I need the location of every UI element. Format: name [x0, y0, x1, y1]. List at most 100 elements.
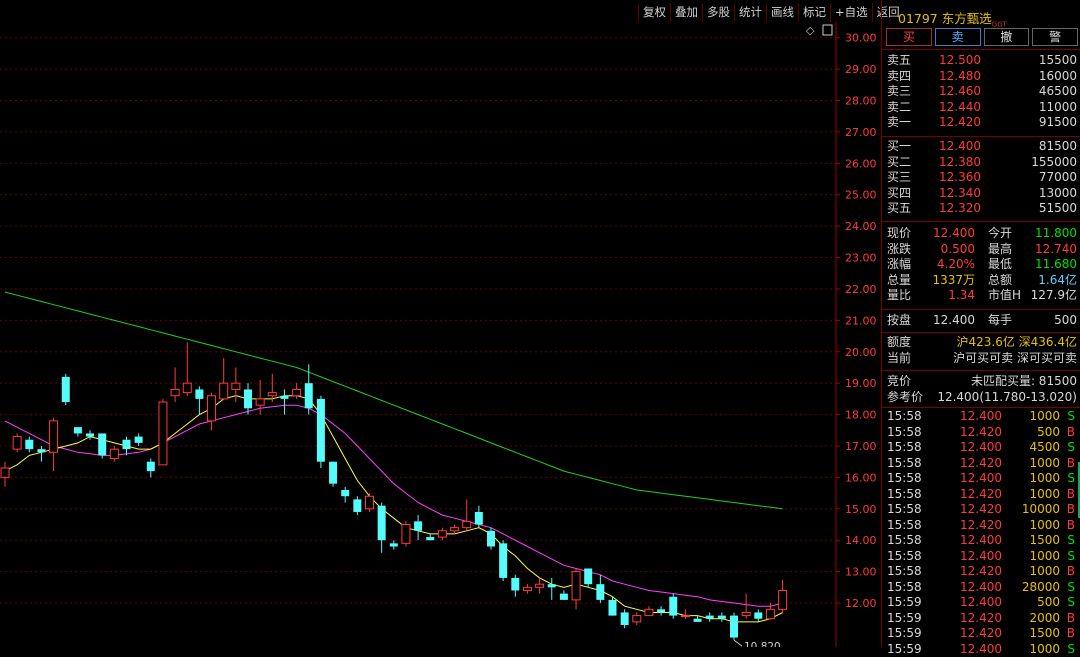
tick-price: 12.420 [960, 425, 1002, 441]
tick-price: 12.400 [960, 533, 1002, 549]
candle-body [645, 609, 653, 615]
cancel-order-button[interactable]: 撤 [984, 28, 1030, 46]
toolbar-button-4[interactable]: 画线 [766, 3, 798, 22]
ref-price-row: 参考价12.400(11.780-13.020) [887, 390, 1077, 406]
tick-time: 15:58 [887, 549, 922, 565]
candle [499, 540, 507, 581]
candle-body [487, 531, 495, 547]
candle [621, 609, 629, 628]
tick-side: S [1067, 471, 1075, 487]
candle-body [390, 543, 398, 546]
candle-body [366, 496, 374, 509]
candle [13, 433, 21, 452]
alert-button[interactable]: 警 [1032, 28, 1078, 46]
toolbar-button-1[interactable]: 叠加 [670, 3, 702, 22]
bid-row: 买五12.32051500 [887, 201, 1077, 217]
candle-body [110, 449, 118, 458]
tick-time: 15:58 [887, 409, 922, 425]
tick-row: 15:5812.4201000B [887, 564, 1077, 580]
tick-row: 15:5912.4201500B [887, 626, 1077, 642]
bid-label: 买二 [887, 155, 911, 171]
candle-body [147, 462, 155, 471]
ask-price: 12.480 [939, 69, 981, 85]
ask-price: 12.420 [939, 115, 981, 131]
tick-time: 15:59 [887, 642, 922, 657]
tick-volume: 10000 [1022, 502, 1060, 518]
toolbar-button-2[interactable]: 多股 [702, 3, 734, 22]
candle-body [584, 568, 592, 584]
tick-price: 12.420 [960, 564, 1002, 580]
moving-averages [5, 292, 783, 622]
tick-row: 15:5812.420500B [887, 425, 1077, 441]
sell-button[interactable]: 卖 [935, 28, 981, 46]
bid-row: 买一12.40081500 [887, 139, 1077, 155]
candle-body [499, 543, 507, 578]
tick-time: 15:58 [887, 580, 922, 596]
candle-body [62, 377, 70, 402]
ask-label: 卖一 [887, 115, 911, 131]
price-tick-label: 21.00 [845, 314, 877, 327]
candle [730, 612, 738, 640]
tick-price: 12.420 [960, 611, 1002, 627]
toolbar-button-6[interactable]: +自选 [830, 3, 872, 22]
window-icon[interactable] [823, 25, 832, 35]
quote-row: 总量1337万总额1.64亿 [887, 273, 1077, 289]
quote-label: 最低 [988, 257, 1012, 273]
kline-chart[interactable]: 30.0029.0028.0027.0026.0025.0024.0023.00… [0, 22, 880, 647]
candle [572, 568, 580, 609]
price-tick-label: 26.00 [845, 157, 877, 170]
candle-body [159, 402, 167, 465]
quote-value: 12.740 [1035, 242, 1077, 258]
stock-code: 01797 [898, 11, 938, 26]
tick-row: 15:5812.4001500S [887, 533, 1077, 549]
ask-label: 卖四 [887, 69, 911, 85]
toolbar-button-5[interactable]: 标记 [798, 3, 830, 22]
candle [37, 446, 45, 462]
candle [195, 386, 203, 414]
quote-row: 涨跌0.500最高12.740 [887, 242, 1077, 258]
tick-row: 15:5912.4001000S [887, 642, 1077, 657]
tick-price: 12.420 [960, 518, 1002, 534]
candle-body [1, 468, 9, 477]
candle-body [305, 383, 313, 408]
ask-row: 卖二12.44011000 [887, 100, 1077, 116]
ask-price: 12.440 [939, 100, 981, 116]
candle-body [220, 383, 228, 399]
diamond-icon[interactable]: ◇ [806, 24, 815, 37]
candle [220, 358, 228, 399]
candle [329, 462, 337, 487]
candle [50, 418, 58, 471]
toolbar-button-3[interactable]: 统计 [734, 3, 766, 22]
price-tick-label: 29.00 [845, 63, 877, 76]
buy-button[interactable]: 买 [886, 28, 932, 46]
candle [317, 396, 325, 468]
candle-body [730, 616, 738, 638]
tick-time: 15:58 [887, 471, 922, 487]
candle [280, 389, 288, 414]
bid-price: 12.400 [939, 139, 981, 155]
tick-time: 15:58 [887, 533, 922, 549]
candle-body [609, 600, 617, 616]
candle-body [766, 609, 774, 618]
bid-volume: 51500 [1039, 201, 1077, 217]
candle [244, 383, 252, 414]
divider-auction [882, 370, 1080, 371]
quote-value: 1337万 [932, 273, 975, 289]
candle [390, 540, 398, 549]
ask-row: 卖五12.50015500 [887, 53, 1077, 69]
candle-body [13, 437, 21, 450]
candle [147, 459, 155, 478]
candle [208, 393, 216, 431]
price-tick-label: 15.00 [845, 503, 877, 516]
toolbar-button-0[interactable]: 复权 [638, 3, 670, 22]
candle-body [572, 572, 580, 600]
tick-price: 12.420 [960, 456, 1002, 472]
tick-row: 15:5812.4201000B [887, 487, 1077, 503]
price-tick-label: 22.00 [845, 283, 877, 296]
price-axis: 30.0029.0028.0027.0026.0025.0024.0023.00… [836, 22, 877, 647]
ask-row: 卖四12.48016000 [887, 69, 1077, 85]
candle [669, 594, 677, 619]
candle-body [317, 399, 325, 462]
ask-price: 12.500 [939, 53, 981, 69]
tick-volume: 1000 [1029, 456, 1060, 472]
